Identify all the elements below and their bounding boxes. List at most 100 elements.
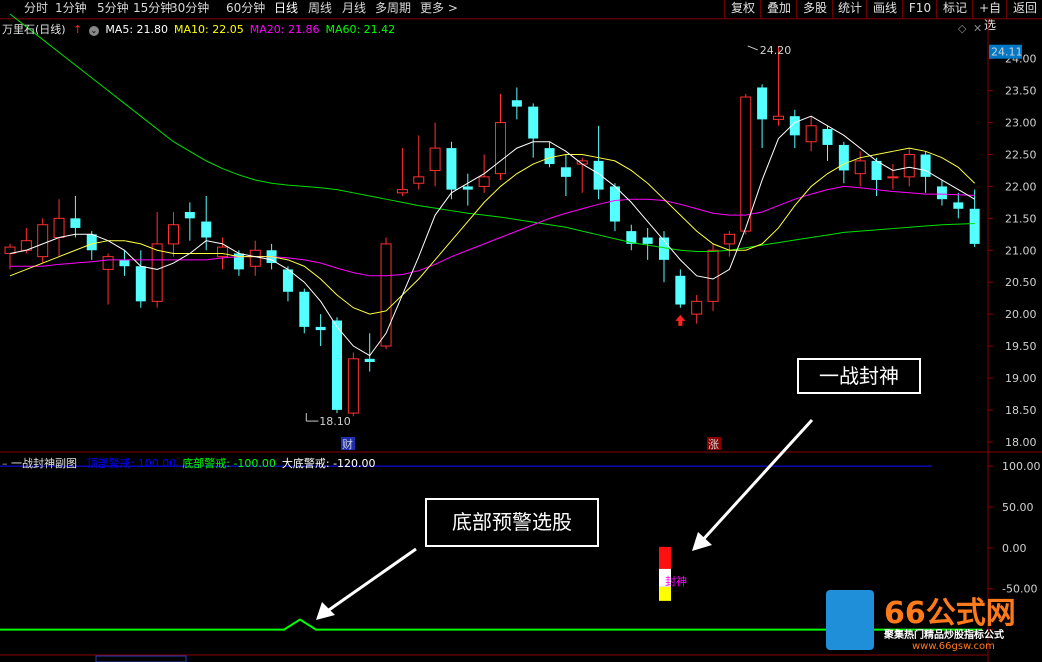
date-strip — [95, 655, 187, 662]
candle-body-58 — [953, 202, 964, 209]
candle-body-3 — [53, 217, 65, 239]
y-label-3: 22.50 — [1005, 149, 1037, 162]
sub-label-0: 顶部警戒: 100.00 — [86, 457, 177, 470]
signal-bar-red — [659, 546, 671, 569]
candle-body-47 — [772, 115, 784, 120]
signal-bar-yellow — [659, 586, 671, 601]
candle-body-57 — [936, 186, 947, 200]
candle-body-34 — [560, 167, 571, 177]
ma-label-1: MA10: 22.05 — [174, 23, 244, 36]
watermark-slogan: 聚集热门精品炒股指标公式 — [884, 630, 1004, 641]
collapse-icon[interactable]: ◇ — [958, 22, 966, 35]
ma-label-3: MA60: 21.42 — [325, 23, 396, 36]
low-label: 18.10 — [319, 415, 351, 428]
callout-arrow-bottom-head — [316, 602, 335, 620]
candle-body-29 — [478, 176, 490, 187]
callout-top: 一战封神 — [797, 358, 921, 394]
ma-label-0: MA5: 21.80 — [105, 23, 169, 36]
candle-body-24 — [396, 189, 408, 194]
y-label-2: 23.00 — [1005, 117, 1037, 130]
candle-body-21 — [347, 358, 359, 414]
candle-body-45 — [740, 96, 752, 232]
main-info-bar: 万里石(日线) ↑ ⌄ MA5: 21.80 MA10: 22.05 MA20: 2… — [2, 21, 401, 37]
watermark: 66公式网 聚集热门精品炒股指标公式 www.66gsw.com — [820, 586, 1042, 662]
candle-body-8 — [135, 266, 146, 302]
ma5-line — [9, 115, 975, 357]
candle-body-52 — [854, 160, 866, 175]
y-label-12: 18.00 — [1005, 436, 1037, 449]
callout-arrow-bottom — [325, 547, 417, 614]
y-label-7: 20.50 — [1005, 276, 1037, 289]
candle-body-22 — [364, 358, 375, 362]
current-price-text: 24.11 — [991, 46, 1023, 59]
candle-body-10 — [168, 224, 179, 245]
sub-label-2: 大底警戒: -120.00 — [281, 457, 376, 470]
limit-marker: 涨 — [708, 438, 719, 451]
sub-labels: 顶部警戒: 100.00 底部警戒: -100.00 大底警戒: -120.00 — [81, 457, 376, 470]
high-pointer — [747, 45, 758, 51]
candle-body-55 — [903, 154, 915, 178]
y-label-6: 21.00 — [1005, 244, 1037, 257]
candle-body-39 — [642, 237, 653, 244]
watermark-logo-icon — [826, 590, 874, 650]
candle-body-42 — [691, 300, 703, 315]
collapse-sub-icon[interactable]: – — [2, 457, 8, 470]
candle-body-50 — [822, 128, 833, 145]
candle-body-5 — [86, 234, 97, 251]
candle-body-41 — [675, 275, 686, 305]
y-label-1: 23.50 — [1005, 85, 1037, 98]
candle-body-20 — [332, 320, 342, 410]
candle-body-18 — [299, 291, 310, 327]
sub-y-label-0: 100.00 — [1002, 460, 1041, 473]
candle-body-31 — [511, 100, 522, 107]
candle-body-33 — [544, 148, 555, 165]
close-panel-icon[interactable]: ✕ — [973, 22, 982, 35]
candle-body-36 — [593, 160, 604, 190]
candle-body-19 — [315, 326, 326, 331]
stock-label: 万里石(日线) — [2, 23, 66, 36]
candle-body-2 — [37, 224, 49, 258]
settings-circle-icon[interactable]: ⌄ — [88, 26, 99, 36]
candle-body-46 — [757, 87, 768, 120]
candle-body-56 — [920, 154, 931, 177]
y-label-11: 18.50 — [1005, 404, 1037, 417]
candle-body-25 — [413, 176, 425, 184]
candle-body-4 — [70, 218, 81, 228]
candle-body-28 — [462, 186, 473, 190]
y-label-10: 19.00 — [1005, 372, 1037, 385]
ma-labels: MA5: 21.80 MA10: 22.05 MA20: 21.86 MA60: 21… — [105, 23, 401, 36]
candle-body-32 — [528, 106, 539, 139]
candle-body-13 — [217, 246, 229, 258]
sub-title: 一战封神副图 — [11, 457, 77, 470]
buy-arrow-icon — [675, 314, 686, 326]
candle-body-26 — [429, 147, 441, 171]
candle-body-11 — [184, 211, 195, 219]
callout-bottom: 底部预警选股 — [425, 498, 599, 547]
stock-chart-app: 分时 1分钟 5分钟 15分钟 30分钟 60分钟 日线 周线 月线 多周期 更多 > 复权 叠加 多股统… — [0, 0, 1042, 662]
candle-body-54 — [887, 176, 899, 179]
sub-y-label-1: 50.00 — [1002, 501, 1034, 514]
candle-body-12 — [201, 221, 212, 238]
candle-body-44 — [723, 233, 735, 245]
watermark-url: www.66gsw.com — [912, 641, 995, 652]
sub-info-bar: – 一战封神副图 顶部警戒: 100.00 底部警戒: -100.00 大底警戒: … — [2, 455, 376, 471]
chart-canvas[interactable]: 24.0023.5023.0022.5022.0021.5021.0020.50… — [0, 0, 1042, 662]
candle-body-53 — [871, 160, 882, 181]
y-label-8: 20.00 — [1005, 308, 1037, 321]
finance-marker: 财 — [342, 437, 353, 451]
candle-body-15 — [249, 249, 261, 267]
candle-body-6 — [102, 256, 114, 270]
y-label-9: 19.50 — [1005, 340, 1037, 353]
candle-body-9 — [151, 243, 163, 302]
candle-body-43 — [707, 249, 719, 302]
candle-body-27 — [446, 148, 457, 190]
y-label-5: 21.50 — [1005, 212, 1037, 225]
candle-body-59 — [969, 208, 980, 244]
candle-body-23 — [380, 243, 392, 347]
signal-label: 封神 — [665, 574, 687, 588]
candle-body-49 — [805, 125, 817, 143]
high-label: 24.20 — [760, 44, 792, 57]
sub-y-label-2: 0.00 — [1002, 542, 1027, 555]
up-arrow-icon: ↑ — [73, 23, 83, 36]
candle-body-30 — [495, 122, 506, 175]
